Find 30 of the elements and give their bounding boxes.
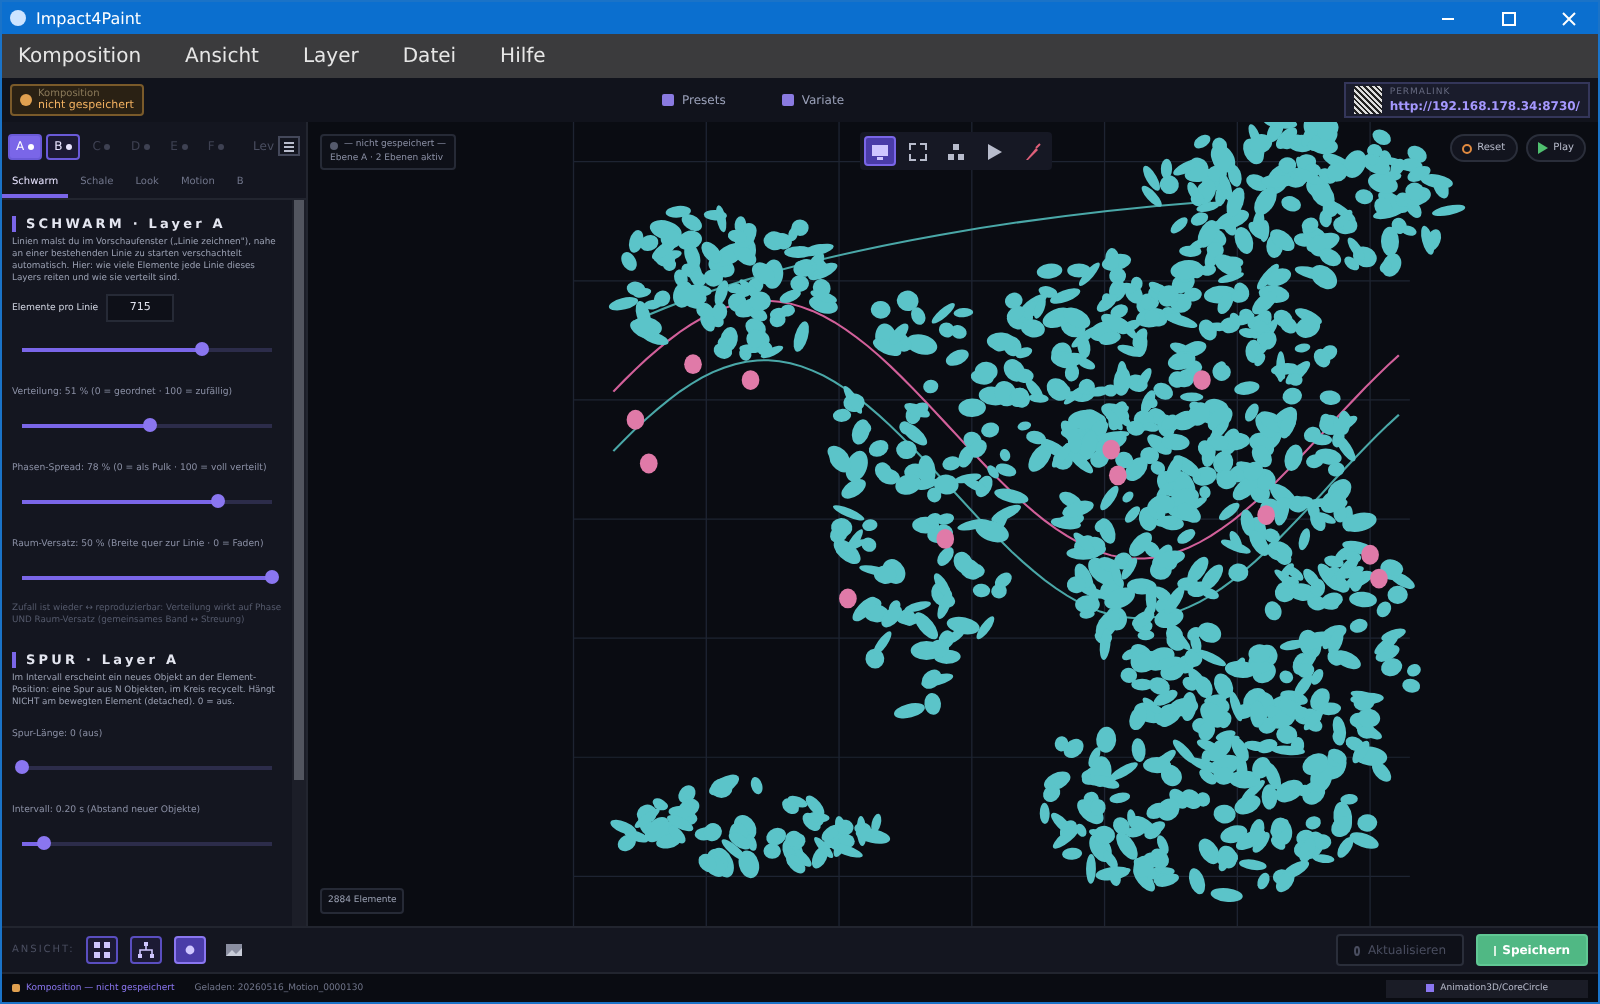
slider-thumb[interactable] bbox=[15, 760, 29, 774]
close-icon[interactable] bbox=[1561, 11, 1575, 25]
app-logo-icon bbox=[10, 10, 26, 26]
scrollbar-thumb[interactable] bbox=[294, 200, 304, 781]
menu-item[interactable]: Hilfe bbox=[484, 45, 562, 67]
slider-thumb[interactable] bbox=[195, 342, 209, 356]
dot-view-button[interactable] bbox=[174, 936, 207, 964]
monitor-icon bbox=[870, 141, 890, 161]
menu-icon[interactable] bbox=[278, 136, 300, 156]
grid-view-button[interactable] bbox=[86, 936, 119, 964]
monitor-tool-button[interactable] bbox=[864, 136, 896, 166]
slider-thumb[interactable] bbox=[142, 418, 157, 432]
menu-item[interactable]: Ansicht bbox=[169, 45, 275, 67]
slider-thumb[interactable] bbox=[265, 570, 279, 584]
image-icon bbox=[224, 940, 245, 960]
brush-icon bbox=[1022, 141, 1042, 161]
window-title: Impact4Paint bbox=[36, 9, 144, 27]
menu-item[interactable]: Layer bbox=[286, 45, 375, 67]
menu-item[interactable]: Datei bbox=[386, 45, 473, 67]
menu-item[interactable]: Komposition bbox=[2, 45, 158, 67]
tree-view-button[interactable] bbox=[130, 936, 163, 964]
qr-code-icon bbox=[1353, 86, 1382, 114]
maximize-icon[interactable] bbox=[1501, 11, 1515, 25]
slider-thumb[interactable] bbox=[210, 494, 224, 508]
expand-icon bbox=[908, 141, 928, 161]
tree-icon bbox=[136, 940, 157, 960]
grid-icon bbox=[92, 940, 113, 960]
minimize-icon[interactable] bbox=[1442, 17, 1454, 19]
slider-thumb[interactable] bbox=[37, 836, 52, 850]
nodes-icon bbox=[946, 141, 966, 161]
